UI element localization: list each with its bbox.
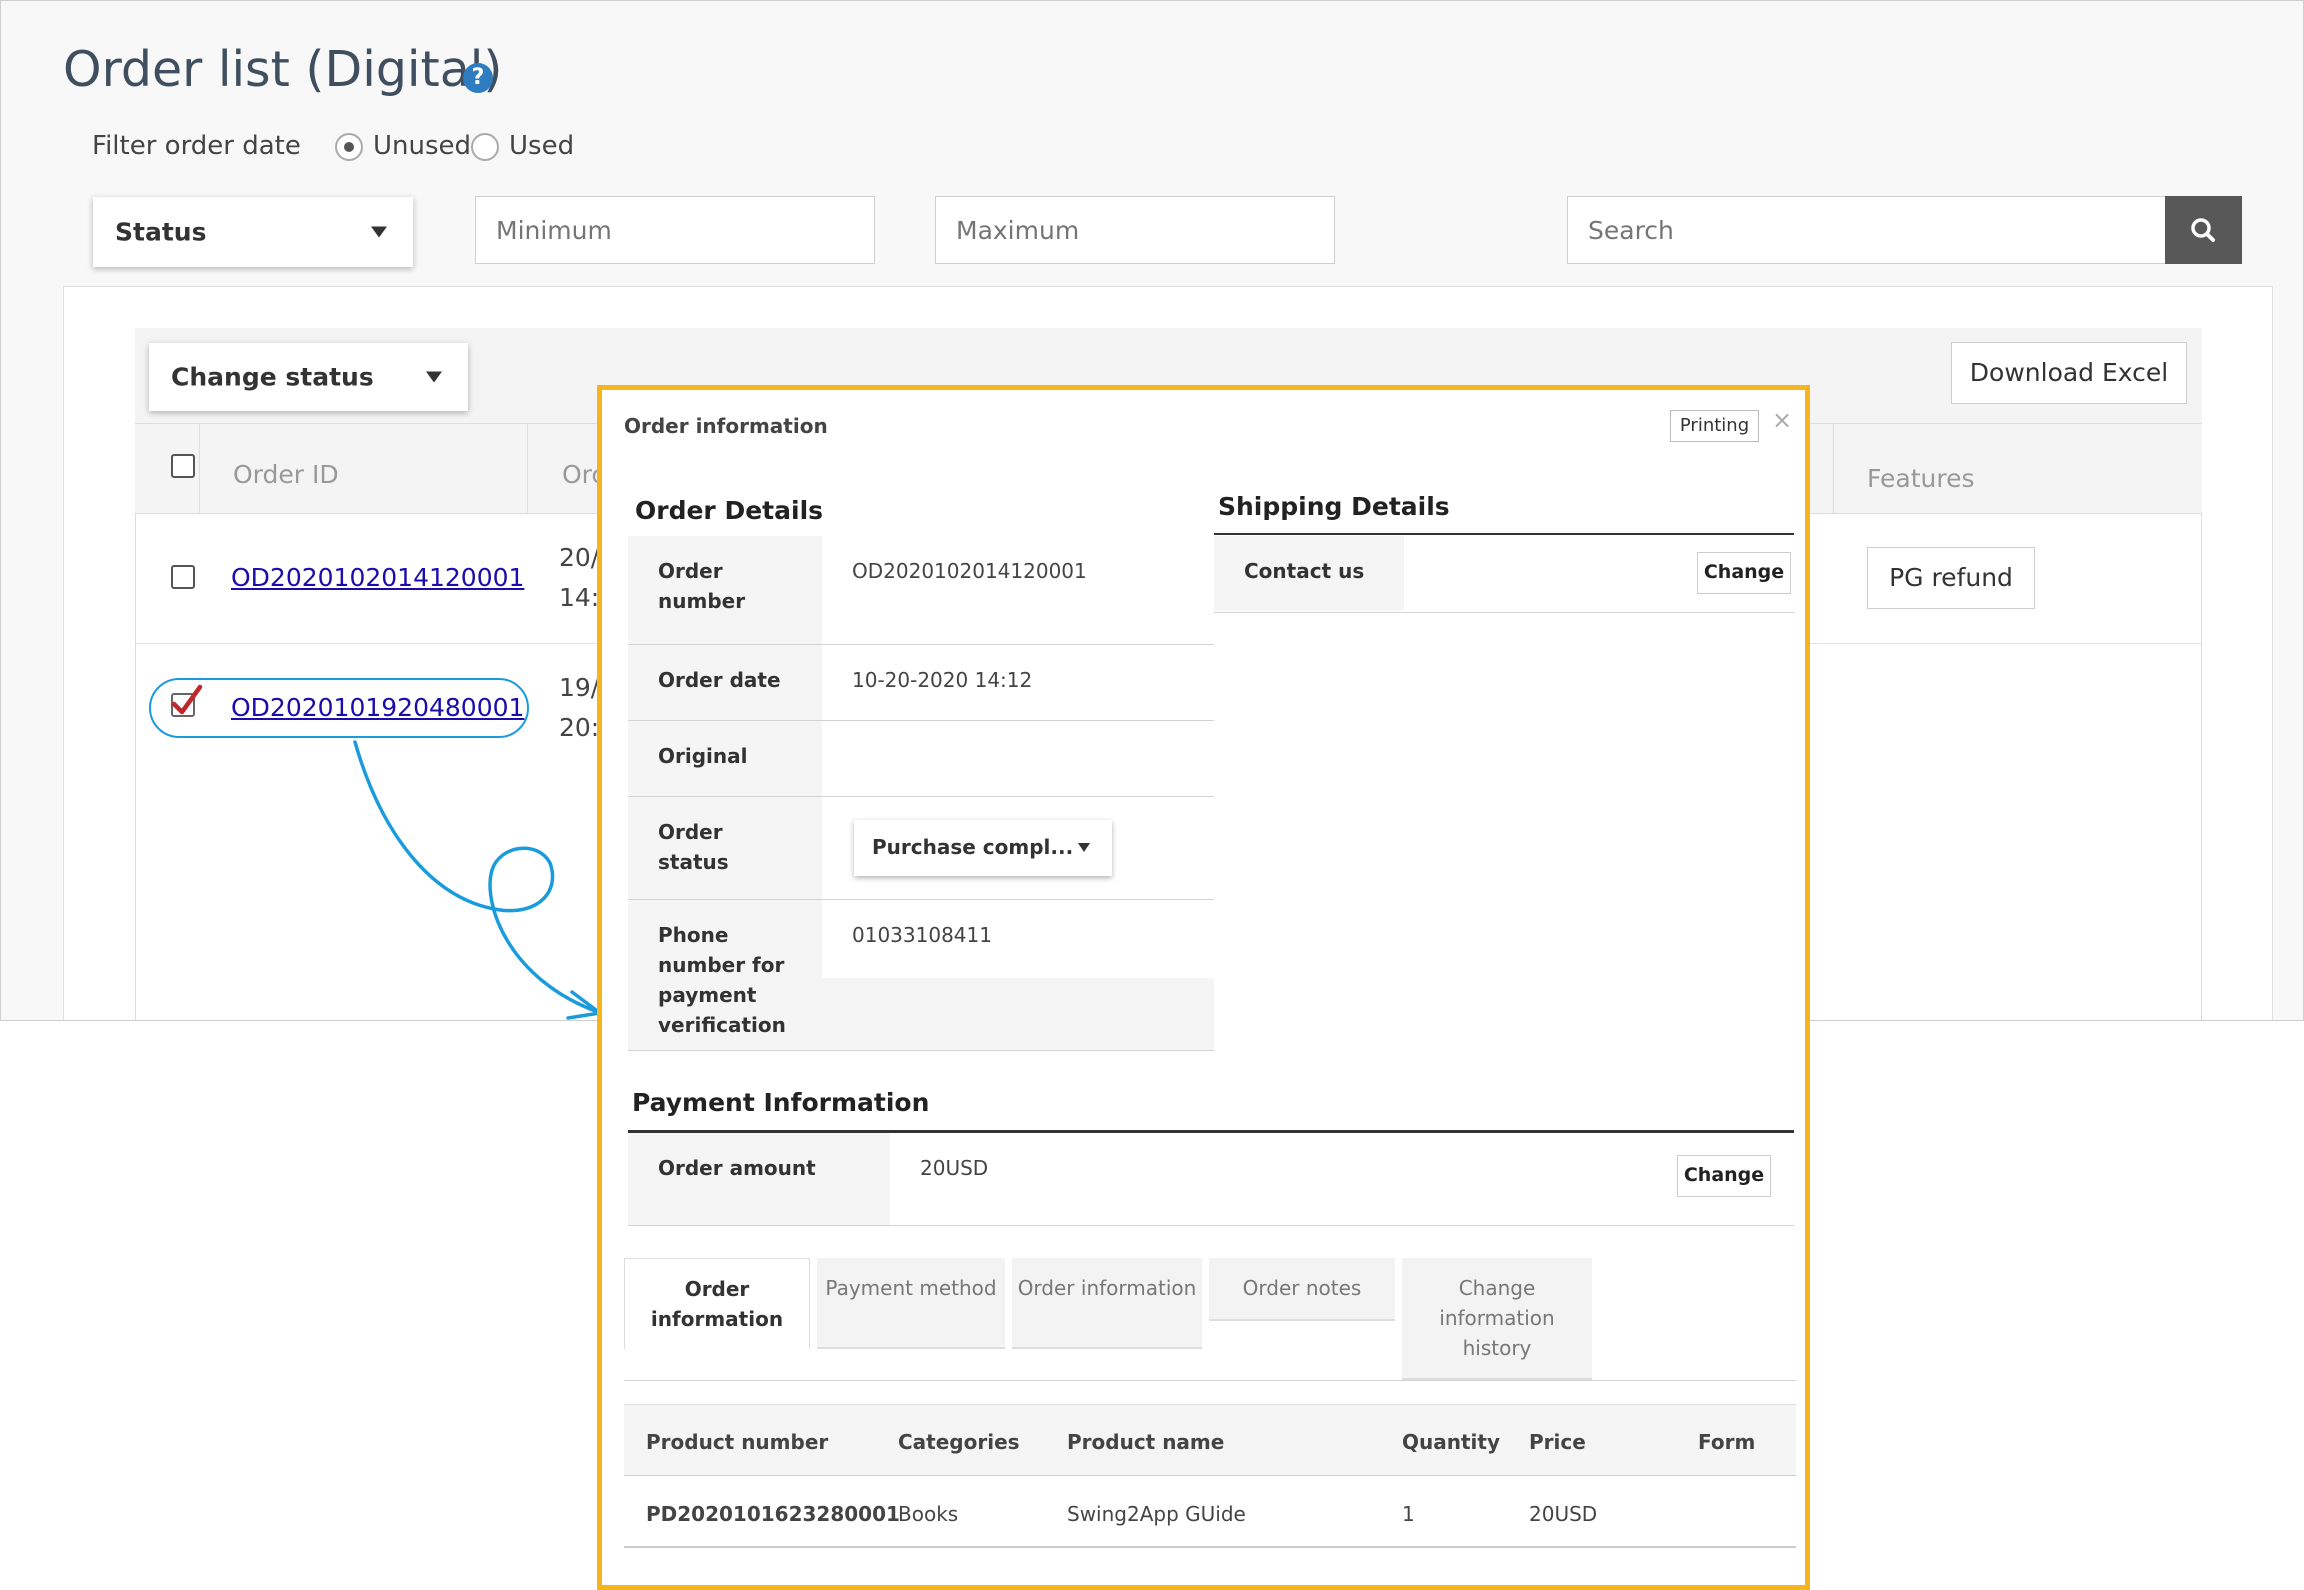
radio-used-label: Used: [509, 131, 575, 161]
phone-verification-value: 01033108411: [852, 923, 992, 947]
row-divider: [1214, 612, 1794, 613]
caret-down-icon: [1078, 843, 1090, 852]
tab-order-information-2[interactable]: Order information: [1012, 1258, 1202, 1349]
order-information-modal: Order information Printing × Order Detai…: [597, 385, 1810, 1590]
col-price: Price: [1529, 1430, 1586, 1454]
phone-verification-label: Phone number for payment verification: [628, 900, 822, 1050]
order-details-heading: Order Details: [635, 496, 824, 525]
row-checkbox-checked[interactable]: [171, 684, 203, 717]
help-icon[interactable]: ?: [463, 63, 493, 93]
status-dropdown-label: Status: [115, 217, 207, 247]
radio-unused[interactable]: [335, 133, 363, 161]
order-amount-value: 20USD: [920, 1156, 989, 1180]
row-divider: [628, 1225, 1794, 1226]
category-cell: Books: [898, 1502, 959, 1526]
order-number-label: Order number: [628, 536, 822, 644]
order-date-value: 10-20-2020 14:12: [852, 668, 1033, 692]
product-number-cell: PD2020101623280001: [646, 1502, 900, 1526]
column-divider: [1833, 424, 1834, 514]
order-amount-label: Order amount: [628, 1133, 890, 1225]
change-status-dropdown[interactable]: Change status: [149, 343, 468, 411]
download-excel-button[interactable]: Download Excel: [1951, 342, 2187, 404]
order-status-label: Order status: [628, 797, 822, 899]
order-date-line1: 20/: [559, 543, 600, 572]
column-features: Features: [1867, 464, 1975, 493]
product-name-cell: Swing2App GUide: [1067, 1502, 1246, 1526]
product-table-rule: [624, 1546, 1796, 1548]
order-id-link[interactable]: OD202010201412000​1: [231, 563, 524, 592]
filter-order-date-label: Filter order date: [92, 131, 301, 161]
printing-button[interactable]: Printing: [1670, 410, 1759, 442]
pg-refund-button[interactable]: PG refund: [1867, 547, 2035, 609]
search-icon: [2191, 218, 2215, 242]
column-order-id: Order ID: [233, 460, 339, 489]
original-value: [822, 721, 1214, 796]
order-id-link[interactable]: OD2020101920480001: [231, 693, 524, 722]
radio-used[interactable]: [471, 133, 499, 161]
maximum-input[interactable]: [935, 196, 1335, 264]
column-divider: [527, 424, 528, 514]
close-icon[interactable]: ×: [1772, 406, 1792, 434]
contact-us-label: Contact us: [1214, 536, 1404, 611]
page-title: Order list (Digital): [63, 41, 503, 98]
tab-payment-method[interactable]: Payment method: [817, 1258, 1005, 1349]
order-date-line1: 19/: [559, 673, 600, 702]
tab-order-information[interactable]: Order information: [624, 1258, 810, 1349]
original-label: Original: [628, 721, 822, 796]
order-date-label: Order date: [628, 645, 822, 720]
select-all-checkbox[interactable]: [171, 454, 195, 478]
phone-value-filler: [822, 978, 1214, 1050]
checkmark-icon: [171, 684, 203, 715]
order-status-dropdown[interactable]: Purchase compl...: [854, 820, 1112, 876]
shipping-change-button[interactable]: Change: [1697, 552, 1791, 594]
col-categories: Categories: [898, 1430, 1020, 1454]
caret-down-icon: [426, 371, 442, 383]
quantity-cell: 1: [1402, 1502, 1415, 1526]
row-checkbox[interactable]: [171, 565, 195, 589]
modal-title: Order information: [624, 414, 828, 438]
radio-unused-label: Unused: [373, 131, 472, 161]
status-dropdown[interactable]: Status: [93, 197, 413, 267]
payment-change-button[interactable]: Change: [1677, 1155, 1771, 1197]
search-input[interactable]: [1567, 196, 2167, 264]
tab-order-notes[interactable]: Order notes: [1209, 1258, 1395, 1321]
search-button[interactable]: [2165, 196, 2242, 264]
col-quantity: Quantity: [1402, 1430, 1500, 1454]
price-cell: 20USD: [1529, 1502, 1598, 1526]
shipping-heading-rule: [1214, 533, 1794, 535]
order-number-value: OD2020102014120001: [852, 559, 1087, 583]
caret-down-icon: [371, 226, 387, 238]
shipping-details-heading: Shipping Details: [1218, 492, 1450, 521]
change-status-label: Change status: [171, 362, 374, 392]
col-product-name: Product name: [1067, 1430, 1225, 1454]
tab-change-information-history[interactable]: Change information history: [1402, 1258, 1592, 1380]
tab-panel-rule: [624, 1380, 1796, 1381]
col-form: Form: [1698, 1430, 1756, 1454]
order-status-value: Purchase compl...: [872, 835, 1074, 859]
col-product-number: Product number: [646, 1430, 829, 1454]
payment-information-heading: Payment Information: [632, 1088, 930, 1117]
minimum-input[interactable]: [475, 196, 875, 264]
row-divider: [628, 1050, 1214, 1051]
order-date-line2: 14:: [559, 583, 600, 612]
column-divider: [199, 424, 200, 514]
